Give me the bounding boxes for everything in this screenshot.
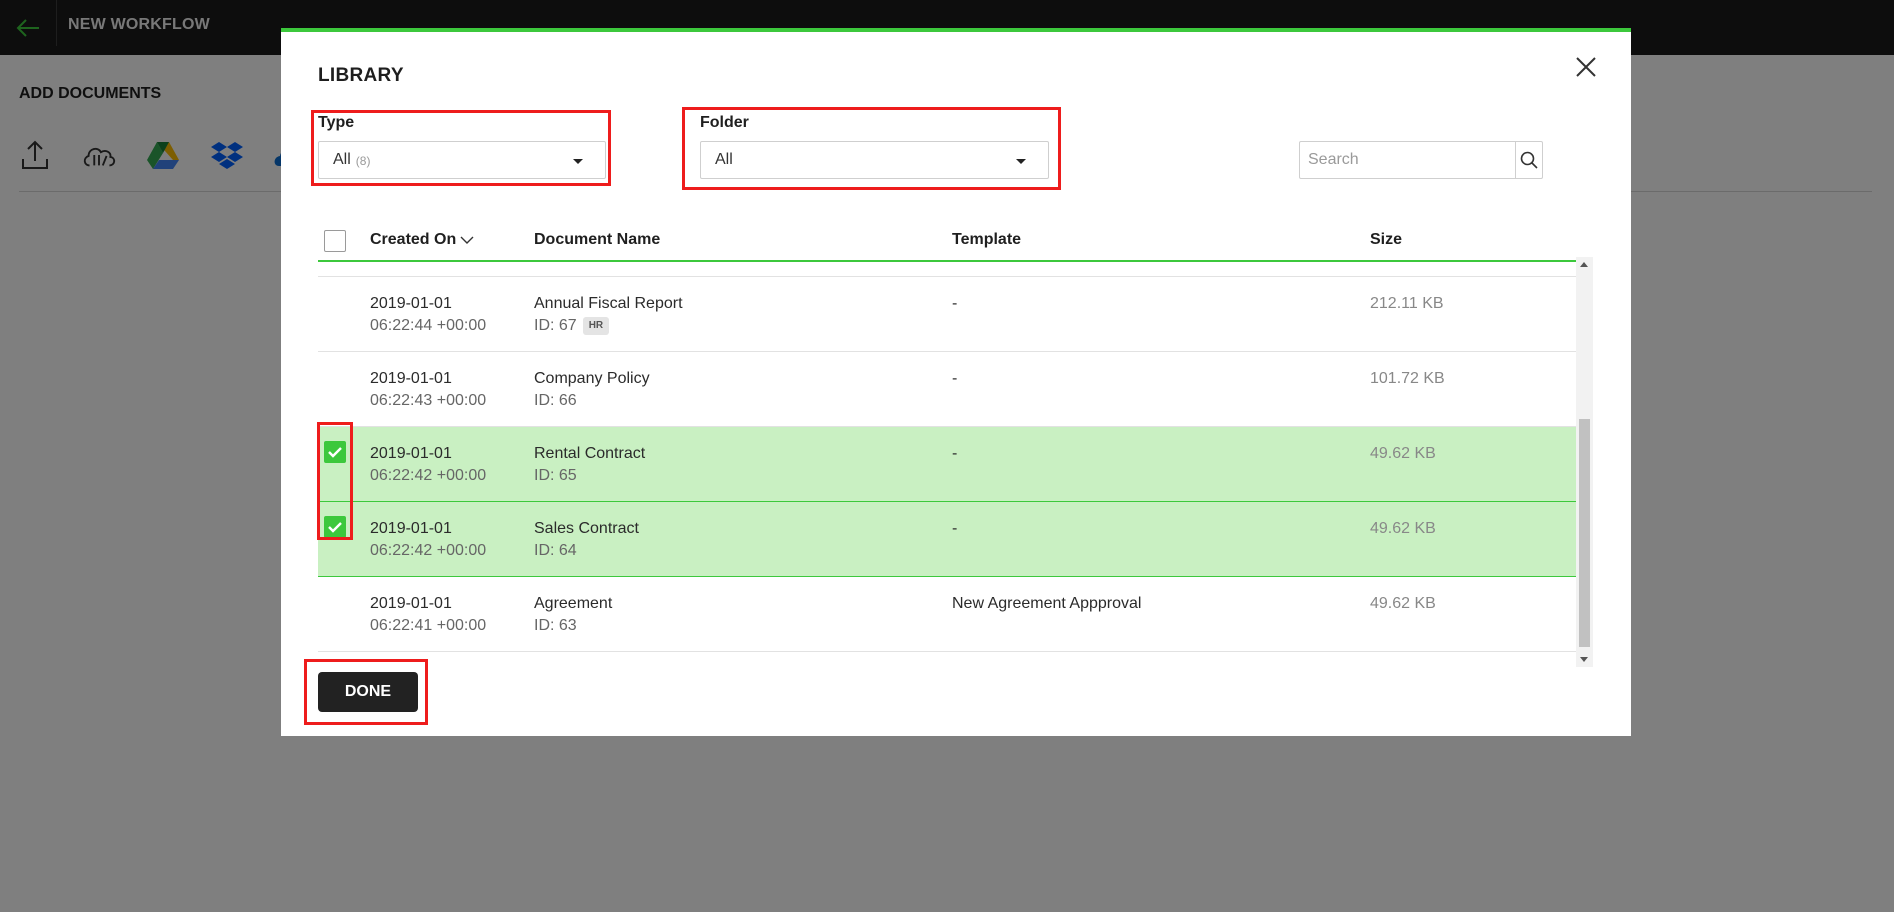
column-document-name: Document Name bbox=[534, 231, 661, 248]
row-checkbox[interactable] bbox=[324, 441, 346, 463]
table-body: 2019-01-01 06:22:44 +00:00 Annual Fiscal… bbox=[318, 262, 1576, 672]
table-header: Created On Document Name Template Size bbox=[318, 222, 1576, 262]
template-cell: New Agreement Appproval bbox=[952, 595, 1142, 612]
document-name: Company Policy bbox=[534, 370, 650, 387]
search-icon bbox=[1520, 151, 1538, 169]
created-time: 06:22:42 +00:00 bbox=[370, 467, 487, 484]
scroll-thumb[interactable] bbox=[1579, 419, 1590, 647]
check-icon bbox=[328, 522, 342, 533]
column-template: Template bbox=[952, 231, 1022, 248]
document-name: Rental Contract bbox=[534, 445, 646, 462]
chevron-down-icon bbox=[460, 236, 474, 244]
table-scrollbar[interactable] bbox=[1576, 257, 1593, 667]
done-button[interactable]: DONE bbox=[318, 672, 418, 712]
created-on-label: Created On bbox=[370, 231, 457, 248]
scroll-down-arrow[interactable] bbox=[1580, 657, 1588, 662]
document-id: ID: 63 bbox=[534, 617, 577, 634]
close-button[interactable] bbox=[1571, 52, 1601, 82]
folder-filter-value: All bbox=[715, 151, 733, 168]
created-on-cell: 2019-01-01 06:22:41 +00:00 bbox=[370, 593, 486, 637]
size-cell: 101.72 KB bbox=[1370, 370, 1445, 387]
template-cell: - bbox=[952, 370, 958, 387]
column-created-on[interactable]: Created On bbox=[370, 231, 474, 249]
table-row[interactable]: 2019-01-01 06:22:43 +00:00 Company Polic… bbox=[318, 352, 1576, 427]
created-on-cell: 2019-01-01 06:22:43 +00:00 bbox=[370, 368, 486, 412]
size-cell: 49.62 KB bbox=[1370, 595, 1436, 612]
created-date: 2019-01-01 bbox=[370, 295, 452, 312]
template-cell: - bbox=[952, 295, 958, 312]
created-on-cell: 2019-01-01 06:22:42 +00:00 bbox=[370, 518, 486, 562]
search-box bbox=[1299, 141, 1543, 179]
created-date: 2019-01-01 bbox=[370, 445, 452, 462]
document-name: Agreement bbox=[534, 595, 613, 612]
created-date: 2019-01-01 bbox=[370, 370, 452, 387]
type-filter-label: Type bbox=[318, 114, 355, 131]
template-cell: - bbox=[952, 445, 958, 462]
check-icon bbox=[328, 447, 342, 458]
document-id: ID: 65 bbox=[534, 467, 577, 484]
size-cell: 49.62 KB bbox=[1370, 445, 1436, 462]
table-row[interactable]: 2019-01-01 06:22:41 +00:00 Agreement ID:… bbox=[318, 577, 1576, 652]
document-name-cell: Annual Fiscal Report ID: 67 HR bbox=[534, 293, 683, 337]
modal-title: LIBRARY bbox=[318, 65, 404, 86]
close-icon bbox=[1576, 57, 1596, 77]
table-row[interactable]: 2019-01-01 06:22:44 +00:00 Annual Fiscal… bbox=[318, 277, 1576, 352]
column-size: Size bbox=[1370, 231, 1403, 248]
created-on-cell: 2019-01-01 06:22:42 +00:00 bbox=[370, 443, 486, 487]
row-checkbox[interactable] bbox=[324, 516, 346, 538]
type-filter-select[interactable]: All (8) bbox=[318, 141, 606, 179]
created-time: 06:22:41 +00:00 bbox=[370, 617, 487, 634]
select-all-checkbox[interactable] bbox=[324, 230, 346, 252]
scroll-up-arrow[interactable] bbox=[1580, 262, 1588, 267]
document-name-cell: Rental Contract ID: 65 bbox=[534, 443, 645, 487]
caret-down-icon bbox=[1016, 159, 1026, 164]
created-date: 2019-01-01 bbox=[370, 595, 452, 612]
created-time: 06:22:42 +00:00 bbox=[370, 542, 487, 559]
tag-badge: HR bbox=[582, 317, 610, 335]
table-row-partial[interactable] bbox=[318, 262, 1576, 277]
search-input[interactable] bbox=[1300, 142, 1515, 178]
created-on-cell: 2019-01-01 06:22:44 +00:00 bbox=[370, 293, 486, 337]
created-time: 06:22:44 +00:00 bbox=[370, 317, 487, 334]
size-cell: 49.62 KB bbox=[1370, 520, 1436, 537]
created-time: 06:22:43 +00:00 bbox=[370, 392, 487, 409]
document-id: ID: 67 bbox=[534, 317, 577, 334]
folder-filter-label: Folder bbox=[700, 114, 749, 131]
type-filter-count: (8) bbox=[355, 154, 371, 168]
document-name-cell: Agreement ID: 63 bbox=[534, 593, 612, 637]
document-id: ID: 64 bbox=[534, 542, 577, 559]
caret-down-icon bbox=[573, 159, 583, 164]
folder-filter-select[interactable]: All bbox=[700, 141, 1049, 179]
template-cell: - bbox=[952, 520, 958, 537]
table-row[interactable]: 2019-01-01 06:22:42 +00:00 Rental Contra… bbox=[318, 427, 1576, 502]
document-name-cell: Company Policy ID: 66 bbox=[534, 368, 650, 412]
document-id: ID: 66 bbox=[534, 392, 577, 409]
table-row[interactable]: 2019-01-01 06:22:42 +00:00 Sales Contrac… bbox=[318, 502, 1576, 577]
document-name: Annual Fiscal Report bbox=[534, 295, 683, 312]
document-name-cell: Sales Contract ID: 64 bbox=[534, 518, 639, 562]
library-modal: LIBRARY Type All (8) Folder All Created … bbox=[281, 28, 1631, 736]
search-button[interactable] bbox=[1515, 142, 1542, 178]
type-filter-value: All bbox=[333, 151, 351, 168]
document-name: Sales Contract bbox=[534, 520, 639, 537]
size-cell: 212.11 KB bbox=[1370, 295, 1444, 312]
created-date: 2019-01-01 bbox=[370, 520, 452, 537]
